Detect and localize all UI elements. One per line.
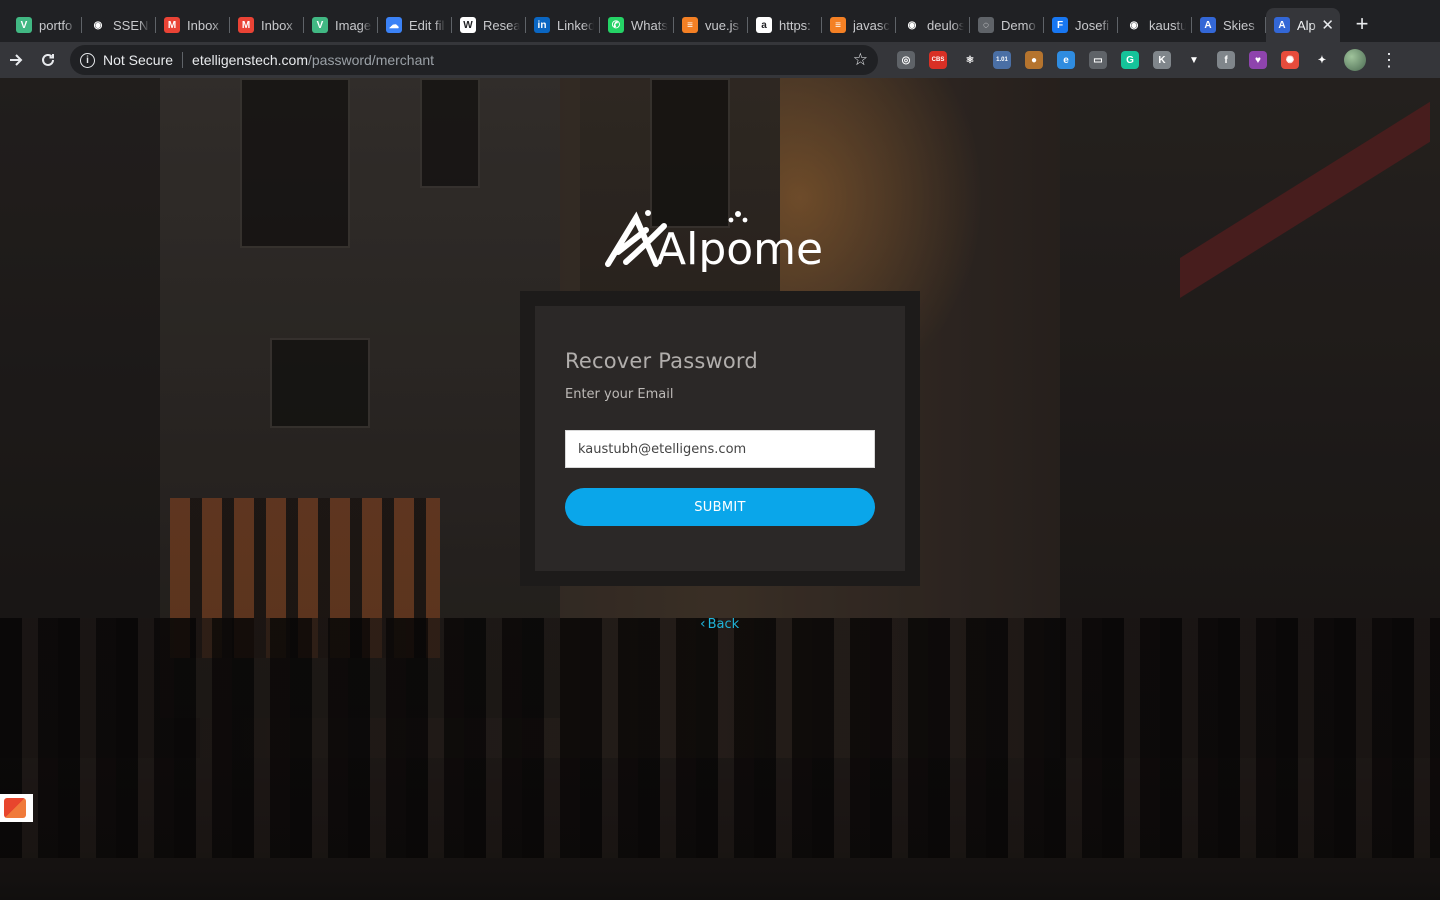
back-label: Back	[707, 616, 740, 632]
wikipedia-icon: W	[460, 17, 476, 33]
alpome-icon: A	[1200, 17, 1216, 33]
browser-tab[interactable]: F Josefi	[1044, 8, 1118, 42]
browser-tab[interactable]: ☁ Edit fil	[378, 8, 452, 42]
address-bar[interactable]: i Not Secure etelligenstech.com/password…	[70, 45, 878, 75]
url-path: /password/merchant	[308, 52, 435, 68]
target-icon[interactable]: ◎	[897, 51, 915, 69]
chevron-left-icon: ‹	[700, 616, 706, 632]
tab-title: Whats	[631, 17, 668, 33]
stackoverflow-icon: ≡	[682, 17, 698, 33]
tab-title: javasc	[853, 17, 890, 33]
vue-icon: V	[312, 17, 328, 33]
new-tab-button[interactable]: +	[1348, 11, 1376, 39]
linkedin-icon: in	[534, 17, 550, 33]
browser-tab[interactable]: W Resea	[452, 8, 526, 42]
cloud-icon: ☁	[386, 17, 402, 33]
browser-tab[interactable]: ✆ Whats	[600, 8, 674, 42]
profile-avatar[interactable]	[1344, 49, 1366, 71]
puzzle-icon[interactable]: ✦	[1313, 51, 1331, 69]
security-label[interactable]: Not Secure	[103, 52, 173, 68]
github-icon: ◉	[904, 17, 920, 33]
tab-title: vue.js	[705, 17, 739, 33]
browser-tab[interactable]: ◉ SSENS	[82, 8, 156, 42]
tab-strip: Vportfo ◉ SSENS M Inbox M Inbox V Image ☁ Edit fil…	[0, 0, 1440, 42]
amazon-icon: a	[756, 17, 772, 33]
bookmark-star-icon[interactable]: ☆	[853, 50, 868, 70]
tab-title: Skies	[1223, 17, 1255, 33]
shield-ext-icon[interactable]: ♥	[1249, 51, 1267, 69]
tab-title: kaustu	[1149, 17, 1186, 33]
browser-tab[interactable]: ≡ vue.js	[674, 8, 748, 42]
tab-title: portfo	[39, 17, 73, 33]
divider	[182, 52, 184, 68]
tab-title: Alp	[1297, 17, 1316, 33]
url-host: etelligenstech.com	[192, 52, 308, 68]
tab-title: Inbox	[187, 17, 219, 33]
globe-icon: ◌	[978, 17, 994, 33]
tab-title: Resea	[483, 17, 520, 33]
browser-tab[interactable]: in Linked	[526, 8, 600, 42]
email-field[interactable]	[565, 430, 875, 468]
facebook-ext-icon[interactable]: f	[1217, 51, 1235, 69]
tab-title: Demo	[1001, 17, 1036, 33]
browser-tab[interactable]: M Inbox	[230, 8, 304, 42]
extensions-bar: ◎ CBS ⚛ 1.01 ● e ▭ G K ▼ f ♥ ✺ ✦	[890, 51, 1338, 69]
color-icon[interactable]: ✺	[1281, 51, 1299, 69]
browser-tab[interactable]: ◌ Demo	[970, 8, 1044, 42]
cookie-icon[interactable]: ●	[1025, 51, 1043, 69]
browser-tab[interactable]: A Skies	[1192, 8, 1266, 42]
active-browser-tab[interactable]: A Alp ✕	[1266, 8, 1340, 42]
grammarly-icon[interactable]: G	[1121, 51, 1139, 69]
tab-title: Linked	[557, 17, 594, 33]
cbs-icon[interactable]: CBS	[929, 51, 947, 69]
close-tab-icon[interactable]: ✕	[1321, 16, 1334, 34]
alpome-logo: Alpome	[605, 210, 823, 272]
github-icon: ◉	[1126, 17, 1142, 33]
forward-arrow-icon[interactable]	[0, 44, 32, 76]
extension-widget[interactable]	[0, 794, 33, 822]
github-icon: ◉	[90, 17, 106, 33]
page-title: Recover Password	[565, 349, 758, 373]
vuetools-icon[interactable]: ▼	[1185, 51, 1203, 69]
facebook-icon: F	[1052, 17, 1068, 33]
info-icon[interactable]: i	[80, 52, 95, 68]
gmail-icon: M	[238, 17, 254, 33]
edge-icon[interactable]: e	[1057, 51, 1075, 69]
tab-title: SSENS	[113, 17, 150, 33]
kebab-menu-icon[interactable]: ⋮	[1380, 50, 1398, 71]
submit-button[interactable]: SUBMIT	[565, 488, 875, 526]
whatsapp-icon: ✆	[608, 17, 624, 33]
browser-tab[interactable]: V Image	[304, 8, 378, 42]
browser-tab[interactable]: Vportfo	[8, 8, 82, 42]
screen-icon[interactable]: ▭	[1089, 51, 1107, 69]
tab-title: Edit fil	[409, 17, 445, 33]
widget-icon	[4, 798, 26, 818]
alpome-icon: A	[1274, 17, 1290, 33]
k-icon[interactable]: K	[1153, 51, 1171, 69]
tab-title: deulos	[927, 17, 964, 33]
stackoverflow-icon: ≡	[830, 17, 846, 33]
badge-icon[interactable]: 1.01	[993, 51, 1011, 69]
gmail-icon: M	[164, 17, 180, 33]
react-icon[interactable]: ⚛	[961, 51, 979, 69]
brand-name: Alpome	[656, 224, 823, 272]
email-label: Enter your Email	[565, 387, 674, 402]
tab-title: https:	[779, 17, 811, 33]
browser-toolbar: i Not Secure etelligenstech.com/password…	[0, 42, 1440, 680]
reload-icon[interactable]	[32, 44, 64, 76]
vue-icon: V	[16, 17, 32, 33]
tab-title: Image	[335, 17, 372, 33]
tab-title: Josefi	[1075, 17, 1109, 33]
browser-tab[interactable]: ≡ javasc	[822, 8, 896, 42]
tab-title: Inbox	[261, 17, 293, 33]
browser-tab[interactable]: a https:	[748, 8, 822, 42]
browser-tab[interactable]: ◉ deulos	[896, 8, 970, 42]
browser-tab[interactable]: ◉ kaustu	[1118, 8, 1192, 42]
back-link[interactable]: ‹ Back	[700, 616, 739, 632]
browser-tab[interactable]: M Inbox	[156, 8, 230, 42]
